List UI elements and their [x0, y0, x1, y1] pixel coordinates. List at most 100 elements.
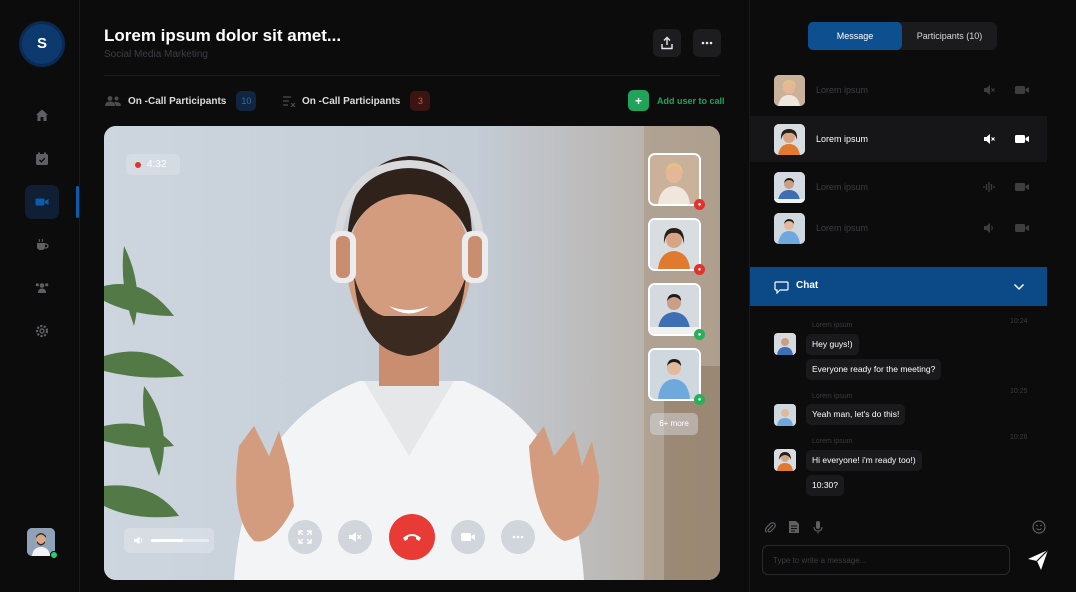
expand-icon	[298, 530, 312, 544]
gear-icon	[35, 324, 49, 338]
sidebar: S	[0, 0, 80, 592]
speaker-mute-icon[interactable]	[983, 84, 996, 96]
message-author: Lorem ipsum	[812, 393, 853, 400]
panel-tabs: Message Participants (10)	[808, 22, 997, 50]
participant-row-selected[interactable]: Lorem ipsum	[750, 116, 1047, 162]
camera-toggle-button[interactable]	[451, 520, 485, 554]
sidebar-item-video[interactable]	[25, 185, 59, 219]
avatar	[774, 171, 805, 203]
sidebar-item-calendar[interactable]	[25, 142, 59, 176]
microphone-icon[interactable]	[813, 520, 823, 534]
users-icon	[105, 96, 121, 106]
participant-thumbnail[interactable]	[648, 283, 701, 336]
volume-slider-fill	[151, 539, 183, 542]
muted-mic-icon: ●	[694, 199, 705, 210]
tab-participants[interactable]: Participants (10)	[902, 22, 997, 50]
participant-name: Lorem ipsum	[816, 223, 869, 233]
mic-on-icon: ●	[694, 329, 705, 340]
main-content: Lorem ipsum dolor sit amet... Social Med…	[80, 0, 748, 592]
muted-mic-icon: ●	[694, 264, 705, 275]
waiting-label: On -Call Participants	[302, 95, 401, 107]
message-input[interactable]	[762, 545, 1010, 575]
volume-control[interactable]	[124, 528, 214, 553]
video-camera-icon[interactable]	[1014, 222, 1030, 234]
avatar	[774, 123, 805, 155]
audio-wave-icon	[983, 182, 995, 192]
speaker-video-frame	[104, 126, 720, 580]
emoji-icon[interactable]	[1032, 520, 1046, 534]
participant-thumbnail[interactable]	[648, 218, 701, 271]
chat-bubble-icon	[774, 281, 789, 294]
sidebar-item-settings[interactable]	[25, 314, 59, 348]
add-user-link[interactable]: Add user to call	[657, 96, 725, 106]
right-panel: Message Participants (10) Lorem ipsum Lo…	[749, 0, 1076, 592]
participant-row[interactable]: Lorem ipsum	[750, 205, 1047, 251]
end-call-button[interactable]	[389, 514, 435, 560]
participant-row[interactable]: Lorem ipsum	[750, 164, 1047, 210]
sidebar-item-home[interactable]	[25, 98, 59, 132]
list-icon	[283, 96, 296, 107]
participant-thumbnail[interactable]	[648, 348, 701, 401]
speaker-mute-icon	[349, 532, 362, 542]
waiting-participants: On -Call Participants 3	[282, 90, 431, 112]
speaker-mute-icon[interactable]	[983, 133, 996, 145]
mute-button[interactable]	[338, 520, 372, 554]
share-button[interactable]	[653, 29, 681, 57]
more-options-button[interactable]	[693, 29, 721, 57]
document-icon[interactable]	[788, 520, 800, 534]
active-nav-indicator	[76, 186, 79, 218]
more-call-options-button[interactable]	[501, 520, 535, 554]
message-bubble: Yeah man, let's do this!	[806, 404, 906, 425]
video-camera-icon	[461, 533, 475, 541]
header-divider	[104, 75, 720, 76]
message-bubble: Hey guys!)	[806, 334, 859, 355]
message-bubble: Hi everyone! i'm ready too!)	[806, 450, 922, 471]
message-time: 10:24	[1010, 318, 1028, 325]
main-video-stream[interactable]: 4:32 ● ● ● ● 6+ more	[104, 126, 720, 580]
avatar	[774, 333, 796, 355]
sidebar-item-coffee[interactable]	[25, 228, 59, 262]
home-icon	[36, 109, 48, 121]
attachment-icon[interactable]	[764, 520, 776, 534]
online-status-dot	[50, 551, 58, 559]
more-horizontal-icon	[512, 535, 524, 539]
mic-on-icon: ●	[694, 394, 705, 405]
recording-indicator: 4:32	[126, 154, 180, 175]
message-bubble: 10:30?	[806, 475, 844, 496]
chat-header[interactable]: Chat	[750, 267, 1047, 306]
fullscreen-button[interactable]	[288, 520, 322, 554]
send-icon[interactable]	[1026, 548, 1050, 572]
page-title: Lorem ipsum dolor sit amet...	[104, 26, 342, 45]
chevron-down-icon[interactable]	[1013, 283, 1025, 291]
video-camera-icon[interactable]	[1014, 84, 1030, 96]
participant-name: Lorem ipsum	[816, 85, 869, 95]
add-user-button[interactable]: +	[628, 90, 649, 111]
phone-hangup-icon	[403, 534, 421, 541]
message-time: 10:26	[1010, 434, 1028, 441]
message-author: Lorem ipsum	[812, 438, 853, 445]
avatar	[774, 74, 805, 106]
on-call-participants: On -Call Participants 10	[104, 90, 257, 112]
on-call-count-badge: 10	[236, 91, 257, 111]
more-participants-button[interactable]: 6+ more	[650, 413, 698, 435]
avatar	[774, 449, 796, 471]
video-camera-icon[interactable]	[1014, 133, 1030, 145]
avatar	[774, 212, 805, 244]
sidebar-item-users[interactable]	[25, 271, 59, 305]
participant-row[interactable]: Lorem ipsum	[750, 67, 1047, 113]
speaker-icon[interactable]	[983, 222, 996, 234]
volume-slider[interactable]	[151, 539, 209, 542]
speaker-icon	[134, 536, 143, 545]
tab-message[interactable]: Message	[808, 22, 902, 50]
video-camera-icon[interactable]	[1014, 181, 1030, 193]
message-author: Lorem ipsum	[812, 322, 853, 329]
message-bubble: Everyone ready for the meeting?	[806, 359, 942, 380]
video-camera-icon	[35, 198, 49, 206]
record-dot-icon	[135, 161, 141, 168]
app-logo[interactable]: S	[22, 24, 62, 64]
more-horizontal-icon	[701, 41, 713, 45]
page-subtitle: Social Media Marketing	[104, 49, 208, 60]
upload-icon	[661, 36, 673, 50]
participant-name: Lorem ipsum	[816, 182, 869, 192]
participant-thumbnail[interactable]	[648, 153, 701, 206]
